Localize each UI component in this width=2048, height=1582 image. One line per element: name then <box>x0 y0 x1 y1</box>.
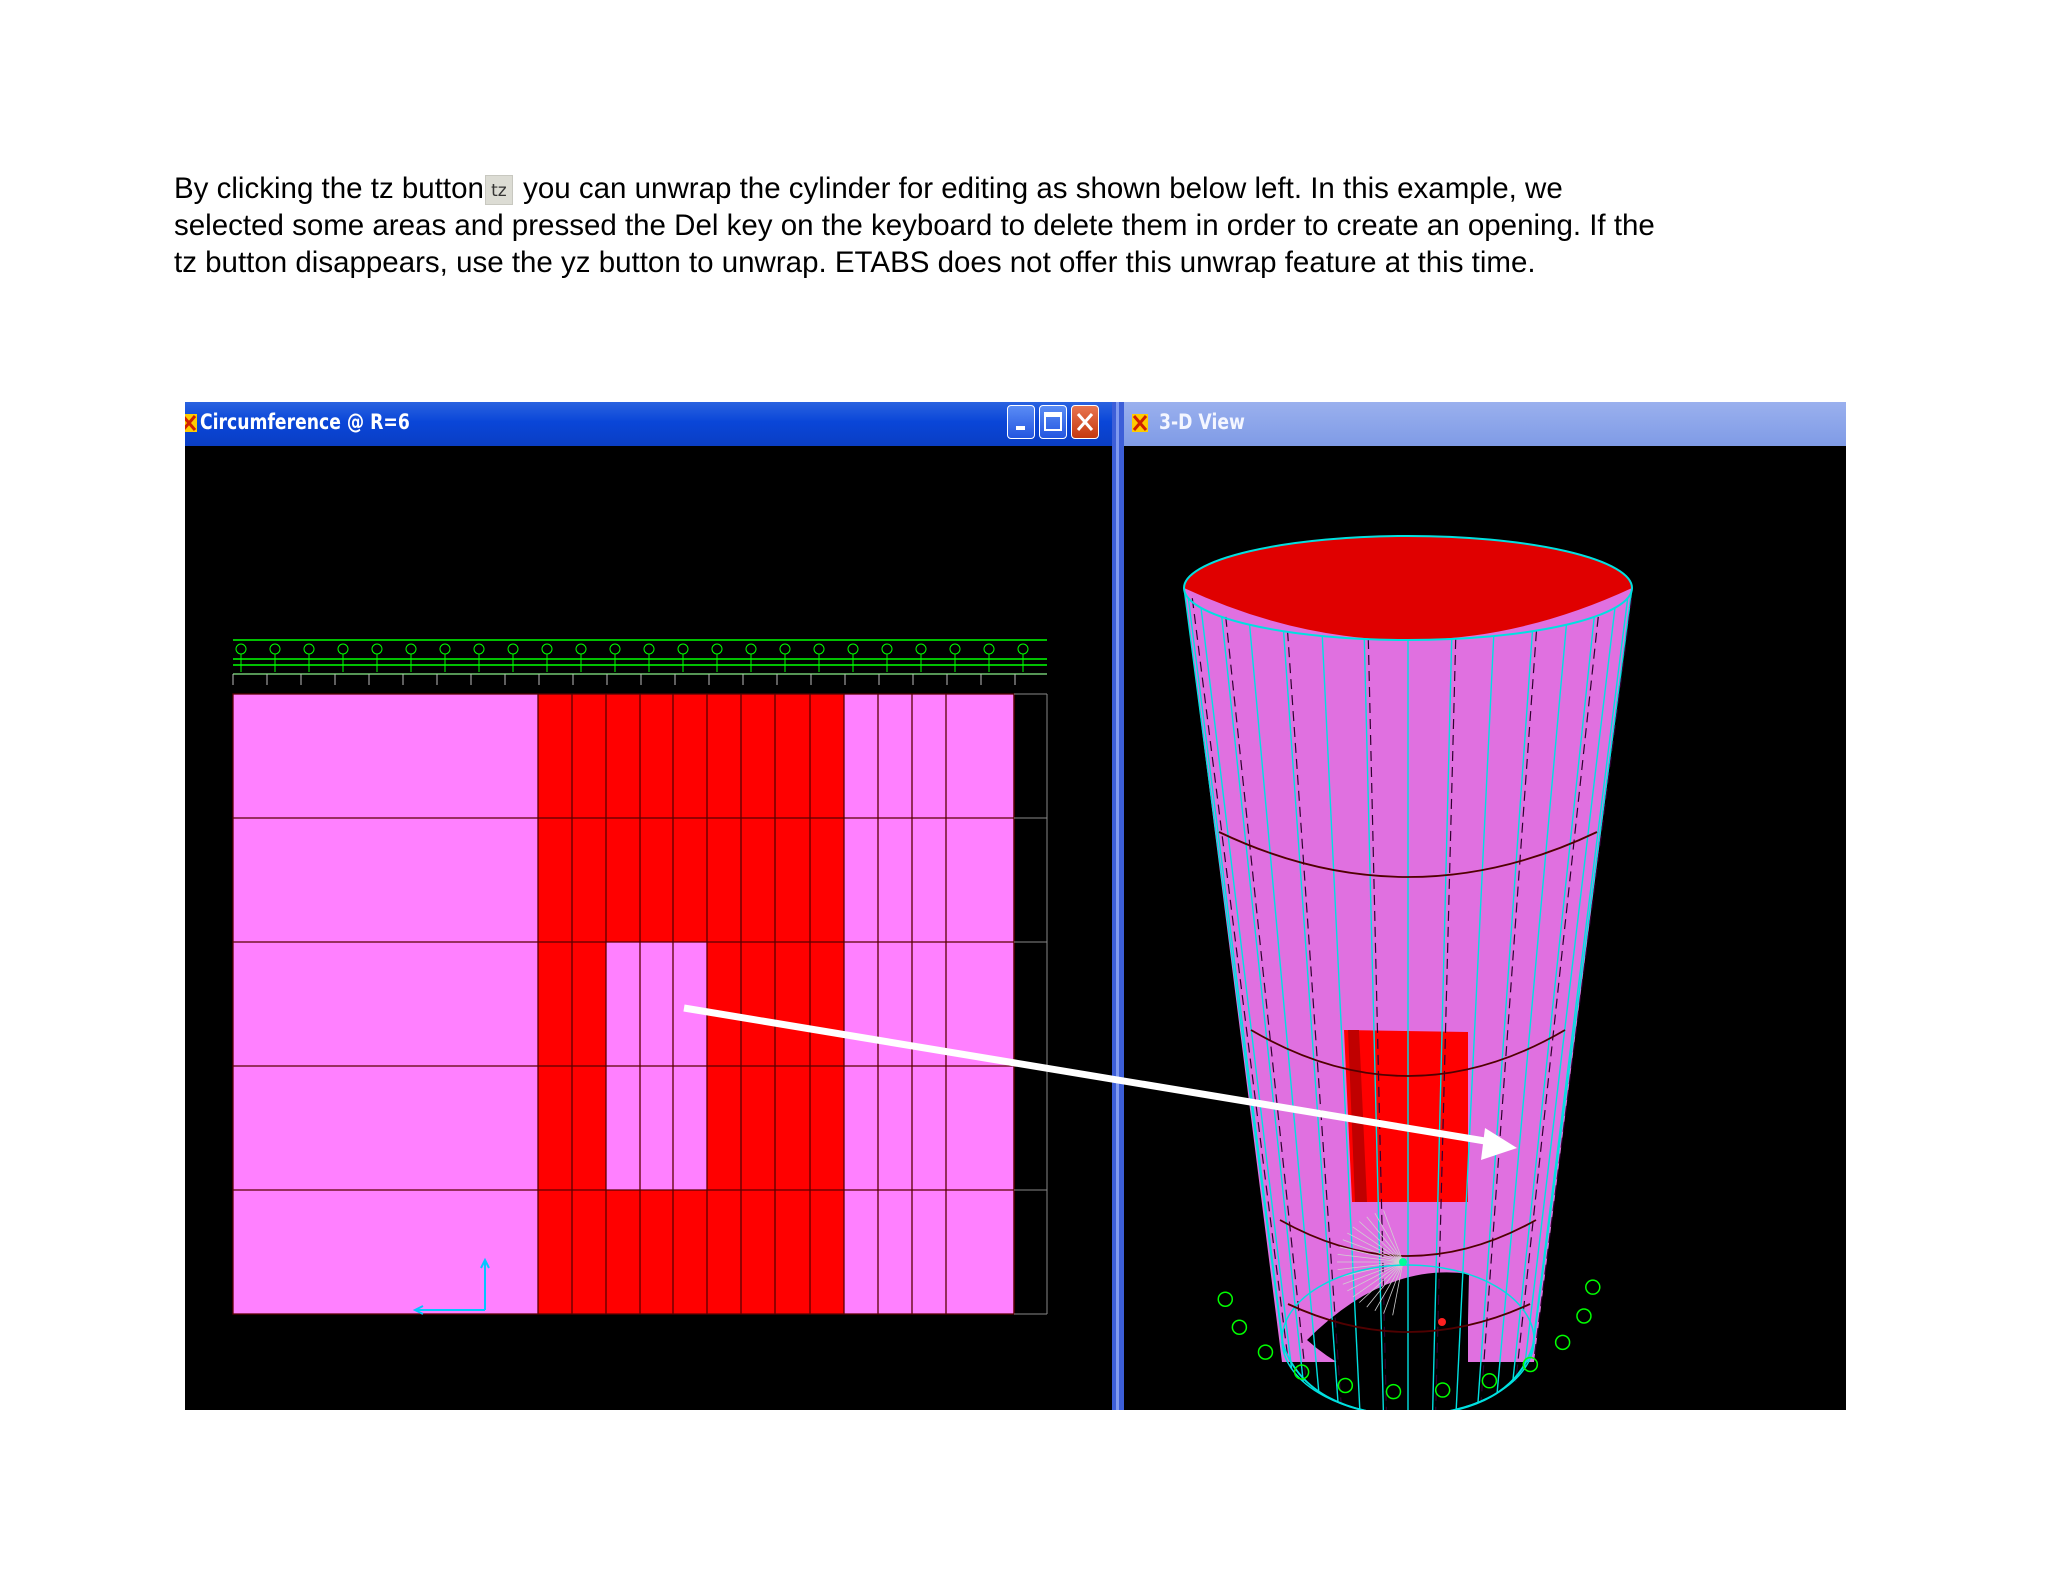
grid-bubble-icon <box>541 643 553 655</box>
grid-bubble-icon <box>711 643 723 655</box>
paragraph-line-1: By clicking the tz button tz you can unwr… <box>174 170 1774 207</box>
grid-bubble-icon <box>1554 1334 1571 1351</box>
grid-bubble-icon <box>1481 1373 1498 1389</box>
grid-bubble-icon <box>677 643 689 655</box>
paragraph-text: you can unwrap the cylinder for editing … <box>514 172 1563 205</box>
panel-pink <box>844 694 1014 1314</box>
grid-bubble-icon <box>1337 1377 1354 1394</box>
grid-bubble-icon <box>405 643 417 655</box>
grid-bubble-icon <box>1017 643 1029 655</box>
grid-bubble-icon <box>779 643 791 655</box>
grid-bubble-icon <box>337 643 349 655</box>
instruction-paragraph: By clicking the tz button tz you can unwr… <box>174 170 1774 281</box>
joint-marker <box>1438 1318 1446 1326</box>
grid-bubble-icon <box>609 643 621 655</box>
grid-bubble-icon <box>303 643 315 655</box>
grid-bubble-icon <box>643 643 655 655</box>
window-splitter[interactable] <box>1112 402 1124 1410</box>
grid-bubble-icon <box>1231 1319 1248 1336</box>
grid-bubble-icon <box>915 643 927 655</box>
paragraph-line-3: tz button disappears, use the yz button … <box>174 246 1536 279</box>
tz-button-icon: tz <box>484 175 513 205</box>
grid-bubble-icon <box>813 643 825 655</box>
grid-bubble-icon <box>235 643 247 655</box>
grid-bubble-icon <box>371 643 383 655</box>
grid-bubble-icon <box>1585 1279 1601 1295</box>
end-bay-outline <box>1014 693 1048 1315</box>
grid-bubble-icon <box>1217 1291 1234 1307</box>
paragraph-text: By clicking the tz button <box>174 172 484 205</box>
grid-ticks <box>232 674 1016 685</box>
3d-view-window: 3-D View <box>1124 402 1846 1410</box>
grid-bubble-icon <box>983 643 995 655</box>
3d-cylinder-canvas[interactable] <box>1124 402 1846 1410</box>
grid-bubble-icon <box>881 643 893 655</box>
etabs-screenshot: Circumference @ R=6 3-D View <box>185 402 1846 1410</box>
grid-bubble-icon <box>1576 1308 1592 1324</box>
grid-bubble-icon <box>575 643 587 655</box>
grid-bubble-icon <box>1257 1344 1274 1360</box>
grid-bubble-icon <box>269 643 281 655</box>
grid-bubble-icon <box>847 643 859 655</box>
unwrapped-elevation-canvas[interactable] <box>185 402 1112 1410</box>
circumference-window: Circumference @ R=6 <box>185 402 1112 1410</box>
origin-marker <box>1399 1258 1407 1266</box>
grid-bubble-icon <box>745 643 757 655</box>
grid-bubble-icon <box>439 643 451 655</box>
panel-pink <box>233 694 538 1314</box>
grid-bubble-icon <box>507 643 519 655</box>
paragraph-line-2: selected some areas and pressed the Del … <box>174 209 1655 242</box>
grid-line-bubbles <box>233 639 1047 675</box>
grid-bubble-icon <box>473 643 485 655</box>
wall-panels <box>233 694 1014 1314</box>
grid-bubble-icon <box>949 643 961 655</box>
